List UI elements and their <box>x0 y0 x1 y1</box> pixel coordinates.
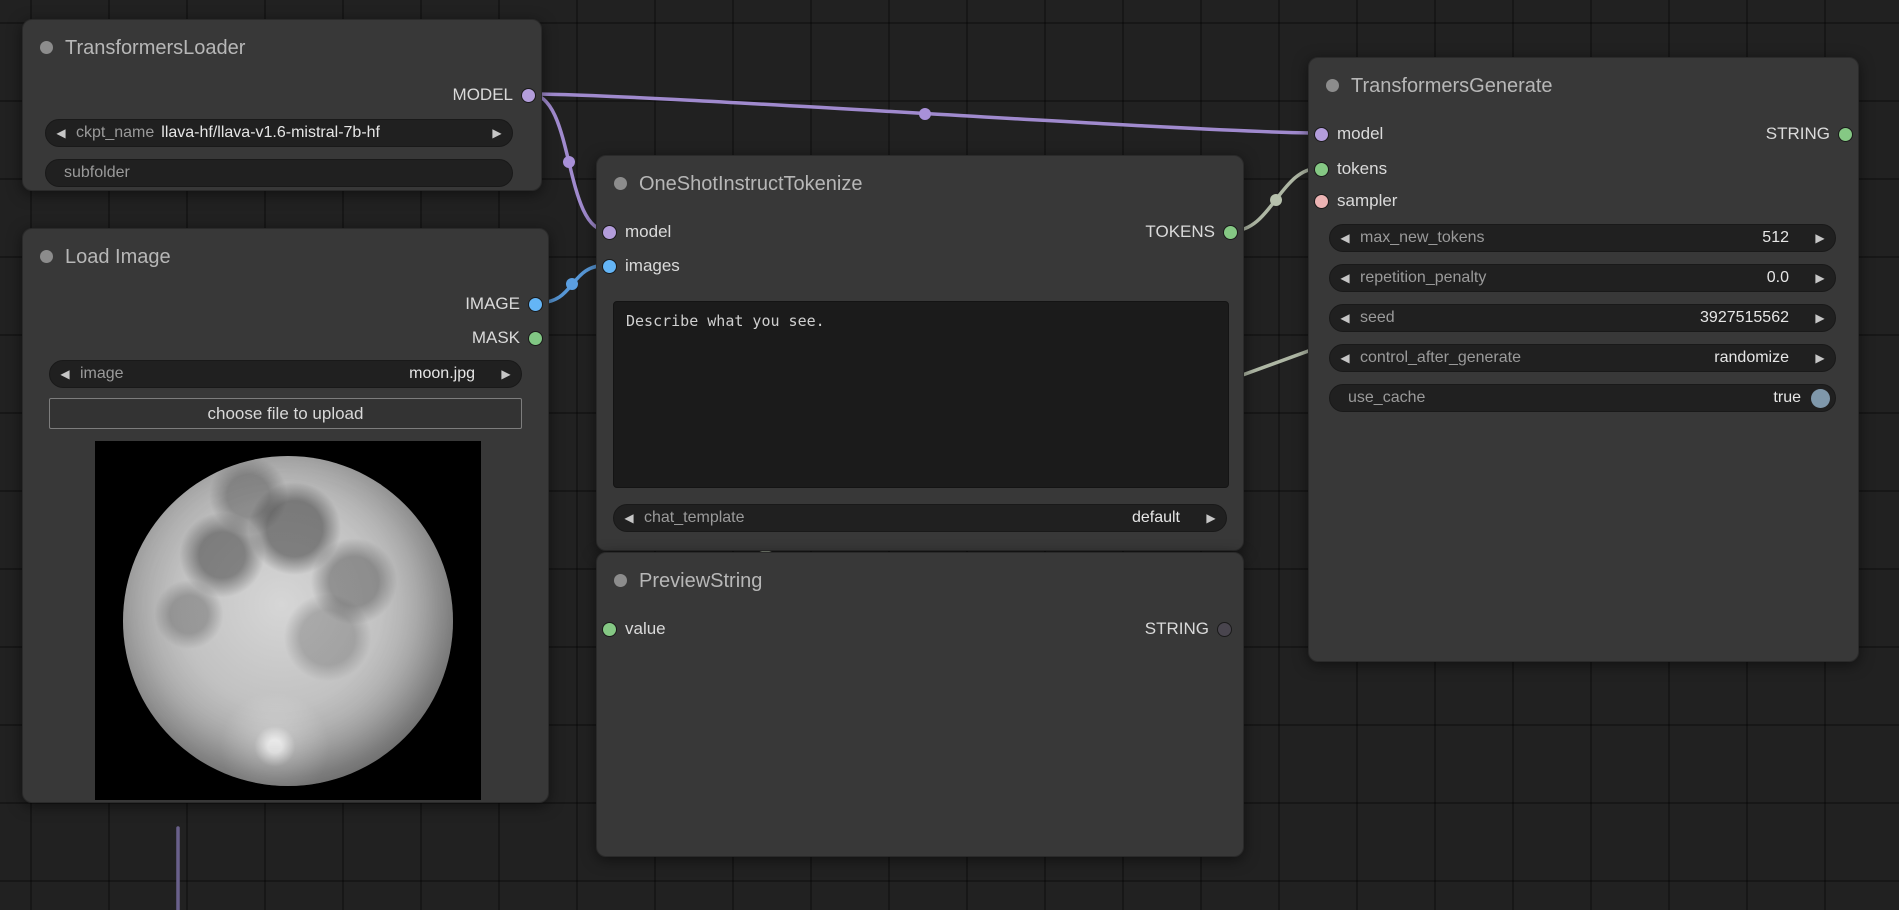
widget-label: ckpt_name <box>76 124 154 142</box>
widget-label: image <box>80 365 124 383</box>
widget-label: repetition_penalty <box>1360 269 1486 287</box>
widget-label: chat_template <box>644 509 745 527</box>
node-title: TransformersGenerate <box>1351 75 1553 98</box>
node-preview-string[interactable]: PreviewString value STRING <box>596 552 1244 857</box>
next-value-icon[interactable]: ▶ <box>1805 351 1835 365</box>
node-title: OneShotInstructTokenize <box>639 173 862 196</box>
choose-file-button[interactable]: choose file to upload <box>49 398 522 429</box>
port-string-output-label: STRING <box>1766 124 1830 144</box>
widget-value: 0.0 <box>1486 269 1805 287</box>
port-string-output-label: STRING <box>1145 619 1209 639</box>
next-value-icon[interactable]: ▶ <box>482 126 512 140</box>
max-new-tokens-widget[interactable]: ◀ max_new_tokens 512 ▶ <box>1329 224 1836 252</box>
port-model-output[interactable] <box>522 89 535 102</box>
node-title: PreviewString <box>639 570 762 593</box>
widget-value: default <box>745 509 1196 527</box>
next-value-icon[interactable]: ▶ <box>1196 511 1226 525</box>
next-value-icon[interactable]: ▶ <box>1805 231 1835 245</box>
link-midpoint-dot <box>919 108 931 120</box>
port-string-output[interactable] <box>1839 128 1852 141</box>
link-midpoint-dot <box>563 156 575 168</box>
port-images-input[interactable] <box>603 260 616 273</box>
port-model-input[interactable] <box>1315 128 1328 141</box>
port-tokens-output[interactable] <box>1224 226 1237 239</box>
toggle-knob-icon[interactable] <box>1811 389 1830 408</box>
port-model-input-label: model <box>625 222 671 242</box>
node-transformers-loader[interactable]: TransformersLoader MODEL ◀ ckpt_name lla… <box>22 19 542 191</box>
link-midpoint-dot <box>566 278 578 290</box>
node-title: Load Image <box>65 246 171 269</box>
prev-value-icon[interactable]: ◀ <box>1330 351 1360 365</box>
node-load-image[interactable]: Load Image IMAGE MASK ◀ image moon.jpg ▶… <box>22 228 549 803</box>
port-image-output[interactable] <box>529 298 542 311</box>
port-tokens-input[interactable] <box>1315 163 1328 176</box>
prev-value-icon[interactable]: ◀ <box>50 367 80 381</box>
prompt-textarea[interactable]: Describe what you see. <box>613 301 1229 488</box>
ckpt-name-widget[interactable]: ◀ ckpt_name llava-hf/llava-v1.6-mistral-… <box>45 119 513 147</box>
widget-value: randomize <box>1521 349 1805 367</box>
prev-value-icon[interactable]: ◀ <box>1330 271 1360 285</box>
seed-widget[interactable]: ◀ seed 3927515562 ▶ <box>1329 304 1836 332</box>
node-oneshot-instruct-tokenize[interactable]: OneShotInstructTokenize model images TOK… <box>596 155 1244 551</box>
prev-value-icon[interactable]: ◀ <box>1330 311 1360 325</box>
port-value-input-label: value <box>625 619 666 639</box>
collapse-dot-icon[interactable] <box>614 177 627 190</box>
widget-label: seed <box>1360 309 1395 327</box>
control-after-generate-widget[interactable]: ◀ control_after_generate randomize ▶ <box>1329 344 1836 372</box>
graph-canvas[interactable]: TransformersLoader MODEL ◀ ckpt_name lla… <box>0 0 1899 910</box>
collapse-dot-icon[interactable] <box>614 574 627 587</box>
link-midpoint-dot <box>1270 194 1282 206</box>
widget-label: max_new_tokens <box>1360 229 1485 247</box>
next-value-icon[interactable]: ▶ <box>1805 311 1835 325</box>
node-transformers-generate[interactable]: TransformersGenerate model tokens sample… <box>1308 57 1859 662</box>
widget-label: control_after_generate <box>1360 349 1521 367</box>
prev-value-icon[interactable]: ◀ <box>1330 231 1360 245</box>
choose-file-button-label: choose file to upload <box>208 404 364 424</box>
prev-value-icon[interactable]: ◀ <box>614 511 644 525</box>
widget-value: moon.jpg <box>124 365 491 383</box>
widget-value: 512 <box>1485 229 1805 247</box>
port-image-output-label: IMAGE <box>465 294 520 314</box>
image-preview <box>95 441 481 800</box>
node-title: TransformersLoader <box>65 37 245 60</box>
port-sampler-input[interactable] <box>1315 195 1328 208</box>
port-model-input[interactable] <box>603 226 616 239</box>
chat-template-widget[interactable]: ◀ chat_template default ▶ <box>613 504 1227 532</box>
port-mask-output-label: MASK <box>472 328 520 348</box>
widget-label: subfolder <box>64 164 130 182</box>
port-tokens-output-label: TOKENS <box>1145 222 1215 242</box>
subfolder-widget[interactable]: subfolder <box>45 159 513 187</box>
image-select-widget[interactable]: ◀ image moon.jpg ▶ <box>49 360 522 388</box>
port-sampler-input-label: sampler <box>1337 191 1397 211</box>
next-value-icon[interactable]: ▶ <box>1805 271 1835 285</box>
port-model-output-label: MODEL <box>453 85 513 105</box>
port-images-input-label: images <box>625 256 680 276</box>
port-mask-output[interactable] <box>529 332 542 345</box>
prev-value-icon[interactable]: ◀ <box>46 126 76 140</box>
use-cache-toggle[interactable]: use_cache true <box>1329 384 1836 412</box>
port-value-input[interactable] <box>603 623 616 636</box>
widget-value: true <box>1773 389 1801 407</box>
next-value-icon[interactable]: ▶ <box>491 367 521 381</box>
widget-value: 3927515562 <box>1395 309 1805 327</box>
port-model-input-label: model <box>1337 124 1383 144</box>
collapse-dot-icon[interactable] <box>1326 79 1339 92</box>
repetition-penalty-widget[interactable]: ◀ repetition_penalty 0.0 ▶ <box>1329 264 1836 292</box>
collapse-dot-icon[interactable] <box>40 250 53 263</box>
port-string-output[interactable] <box>1218 623 1231 636</box>
port-tokens-input-label: tokens <box>1337 159 1387 179</box>
moon-image <box>123 456 453 786</box>
widget-label: use_cache <box>1348 389 1425 407</box>
widget-value: llava-hf/llava-v1.6-mistral-7b-hf <box>161 124 482 142</box>
collapse-dot-icon[interactable] <box>40 41 53 54</box>
